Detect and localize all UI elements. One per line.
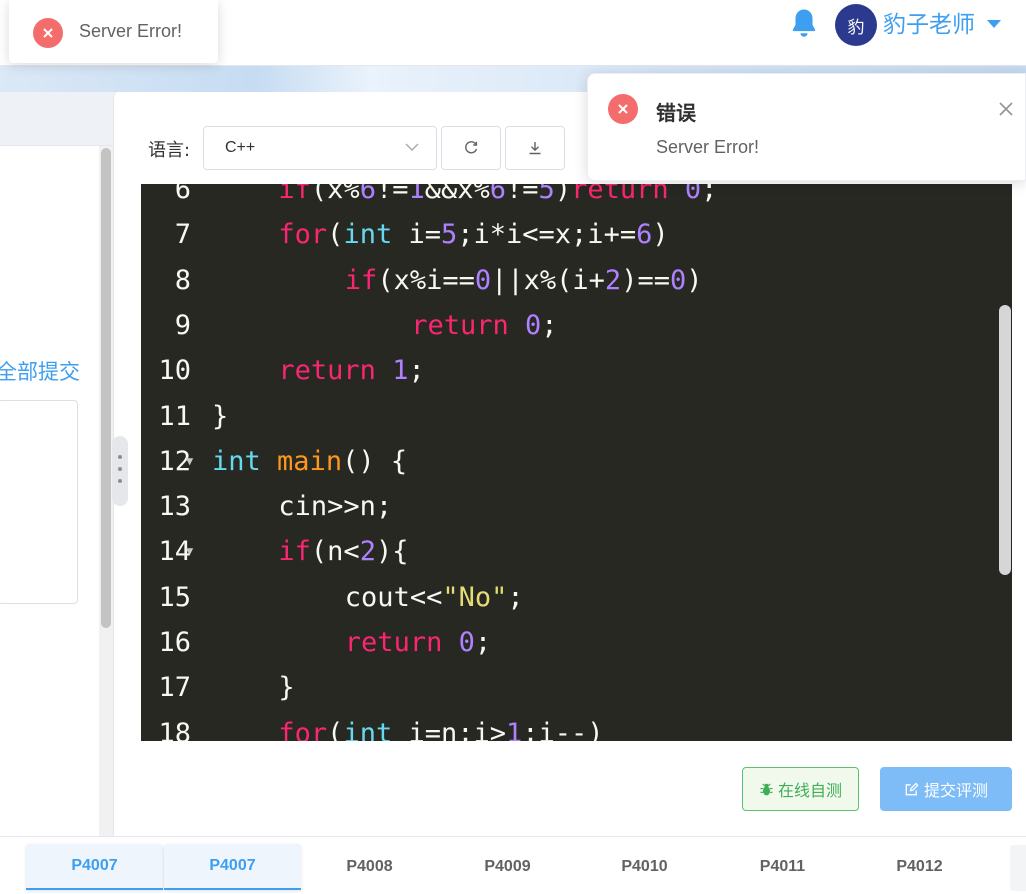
- chevron-down-icon: [405, 143, 419, 152]
- code-line[interactable]: 8 if(x%i==0||x%(i+2)==0): [141, 258, 1012, 303]
- error-circle-icon: [33, 18, 63, 48]
- line-number: 14: [158, 536, 191, 568]
- language-select[interactable]: C++: [203, 126, 437, 170]
- code-line[interactable]: 14 ▼ if(n<2){: [141, 529, 1012, 574]
- username[interactable]: 豹子老师: [883, 8, 975, 42]
- code-line[interactable]: 15 cout<<"No";: [141, 575, 1012, 620]
- code-line[interactable]: 18 for(int i=n;i>1;i--): [141, 711, 1012, 741]
- code-editor[interactable]: 6 if(x%6!=1&&x%6!=5)return 0; 7 for(int i=5…: [141, 184, 1012, 741]
- code-line[interactable]: 13 cin>>n;: [141, 484, 1012, 529]
- notification-title: 错误: [656, 101, 696, 125]
- notification-message: Server Error!: [656, 137, 760, 157]
- problem-tab[interactable]: P4012: [851, 844, 988, 890]
- code-text: int main() {: [212, 445, 408, 477]
- problem-tab[interactable]: P4007: [26, 844, 163, 890]
- download-code-button[interactable]: [505, 126, 565, 170]
- refresh-icon: [465, 141, 478, 154]
- error-notification: 错误 Server Error!: [587, 73, 1026, 181]
- code-text: if(x%i==0||x%(i+2)==0): [344, 264, 703, 296]
- code-text: cin>>n;: [278, 491, 393, 523]
- line-number: 15: [158, 581, 191, 613]
- line-number: 13: [158, 491, 191, 523]
- language-label: 语言:: [148, 140, 191, 161]
- left-scrollbar-thumb[interactable]: [101, 148, 111, 628]
- language-select-value: C++: [225, 139, 256, 156]
- submission-box: [0, 400, 78, 604]
- code-text: return 0;: [411, 309, 558, 341]
- code-text: if(n<2){: [278, 536, 409, 568]
- code-line[interactable]: 16 return 0;: [141, 620, 1012, 665]
- left-panel: 全部提交: [0, 146, 99, 836]
- submit-all-link[interactable]: 全部提交: [0, 356, 80, 386]
- problem-tab[interactable]: P4011: [714, 844, 851, 890]
- reset-code-button[interactable]: [441, 126, 501, 170]
- code-text: }: [212, 400, 229, 432]
- download-icon: [529, 142, 541, 155]
- tab-scroll-edge[interactable]: [1010, 845, 1026, 891]
- line-number: 17: [158, 672, 191, 704]
- line-number: 18: [158, 717, 191, 741]
- code-line[interactable]: 10 return 1;: [141, 348, 1012, 393]
- problem-tab[interactable]: P4007: [164, 844, 301, 890]
- code-text: for(int i=n;i>1;i--): [278, 717, 604, 741]
- left-scrollbar[interactable]: [99, 146, 113, 836]
- code-text: for(int i=5;i*i<=x;i+=6): [278, 219, 669, 251]
- code-line[interactable]: 17}: [141, 665, 1012, 710]
- bug-icon: [760, 782, 773, 795]
- submit-judge-label: 提交评测: [923, 781, 988, 800]
- error-circle-icon: [608, 94, 638, 124]
- line-number: 12: [158, 445, 191, 477]
- problem-tab[interactable]: P4008: [301, 844, 438, 890]
- code-text: return 1;: [278, 355, 425, 387]
- caret-down-icon[interactable]: [987, 20, 1001, 28]
- line-number: 9: [174, 309, 191, 341]
- self-test-button[interactable]: 在线自测: [742, 767, 859, 811]
- code-line[interactable]: 12 ▼ int main() {: [141, 439, 1012, 484]
- code-line[interactable]: 9 return 0;: [141, 303, 1012, 348]
- code-scrollbar-thumb[interactable]: [999, 305, 1011, 575]
- code-line[interactable]: 6 if(x%6!=1&&x%6!=5)return 0;: [141, 184, 1012, 212]
- line-number: 11: [158, 400, 191, 432]
- code-line[interactable]: 7 for(int i=5;i*i<=x;i+=6): [141, 212, 1012, 257]
- code-text: }: [278, 672, 295, 704]
- line-number: 10: [158, 355, 191, 387]
- self-test-label: 在线自测: [777, 781, 842, 800]
- line-number: 16: [158, 627, 191, 658]
- line-number: 7: [174, 219, 191, 251]
- line-number: 8: [174, 264, 191, 296]
- problem-tab[interactable]: P4010: [576, 844, 713, 890]
- toast-message: Server Error!: [79, 21, 183, 41]
- fold-toggle-icon[interactable]: ▼: [186, 439, 193, 484]
- left-tab-bar: [0, 92, 113, 146]
- resize-handle[interactable]: [112, 436, 128, 506]
- problem-tab[interactable]: P4009: [439, 844, 576, 890]
- bell-icon[interactable]: [787, 6, 821, 40]
- error-toast: Server Error!: [9, 0, 218, 63]
- close-icon[interactable]: [997, 100, 1015, 118]
- submit-judge-button[interactable]: 提交评测: [880, 767, 1012, 811]
- code-line[interactable]: 11}: [141, 394, 1012, 439]
- avatar[interactable]: 豹: [835, 4, 877, 46]
- code-text: if(x%6!=1&&x%6!=5)return 0;: [278, 184, 718, 205]
- fold-toggle-icon[interactable]: ▼: [186, 529, 193, 574]
- line-number: 6: [174, 184, 191, 205]
- code-text: return 0;: [344, 627, 492, 658]
- edit-icon: [905, 782, 919, 795]
- code-text: cout<<"No";: [344, 581, 524, 613]
